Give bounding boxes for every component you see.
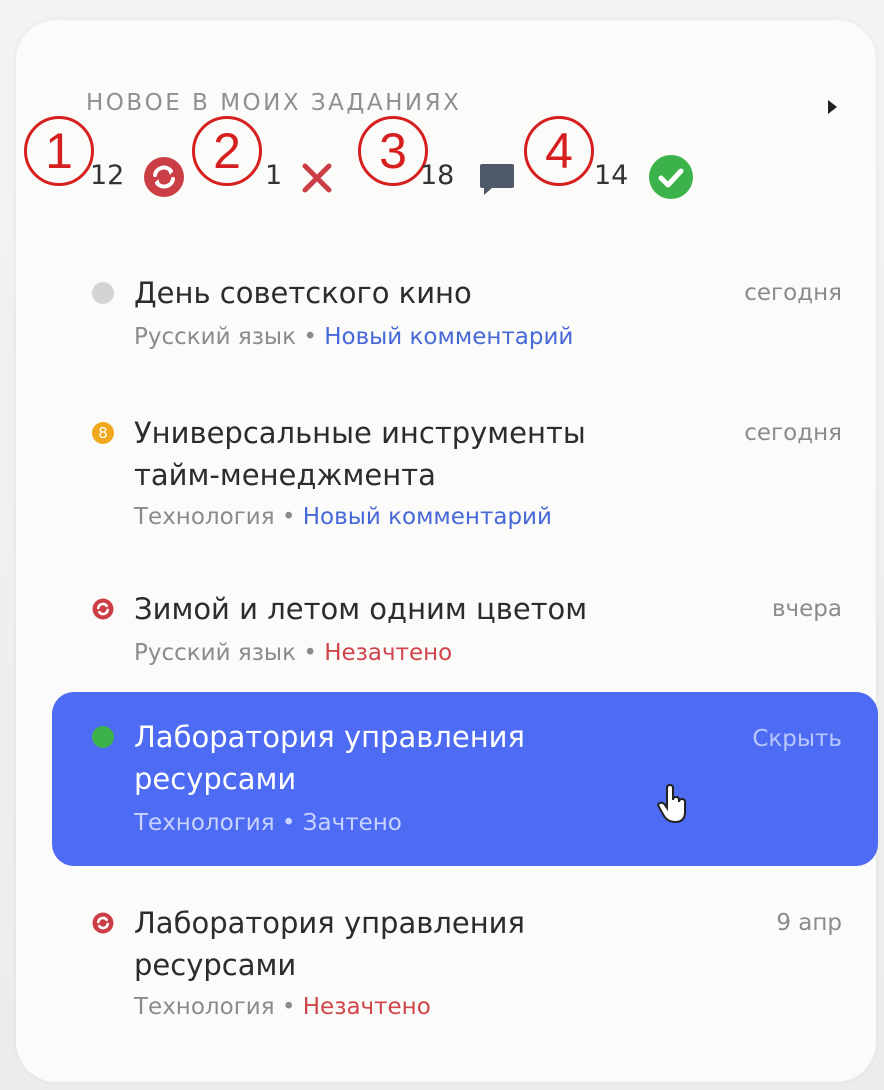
tasks-widget: НОВОЕ В МОИХ ЗАДАНИЯХ 1 12 2 1 3 18 4 14	[16, 20, 878, 1082]
task-date: сегодня	[744, 280, 842, 306]
separator: •	[303, 640, 317, 666]
cross-icon[interactable]	[299, 160, 335, 196]
annotation-marker-2: 2	[192, 116, 262, 186]
separator: •	[281, 504, 296, 530]
rework-icon	[92, 598, 114, 620]
stat-cross-count: 1	[265, 160, 283, 191]
task-status[interactable]: Новый комментарий	[303, 504, 552, 530]
annotation-marker-3: 3	[358, 116, 428, 186]
rework-icon	[92, 912, 114, 934]
rework-icon[interactable]	[143, 156, 185, 198]
task-title: Универсальные инструменты тайм-менеджмен…	[134, 416, 586, 492]
status-dot-icon	[92, 282, 114, 304]
stat-accepted-count: 14	[594, 160, 629, 191]
grade-badge-icon: 8	[92, 422, 114, 444]
task-subject: Русский язык	[134, 324, 296, 350]
hand-cursor-icon	[657, 784, 686, 824]
task-item[interactable]: Зимой и летом одним цветом вчера Русский…	[52, 576, 878, 686]
task-subject: Технология	[134, 994, 275, 1020]
task-status[interactable]: Зачтено	[303, 810, 402, 836]
task-status[interactable]: Новый комментарий	[324, 324, 573, 350]
task-meta: Технология • Зачтено	[134, 810, 402, 836]
task-meta: Технология • Новый комментарий	[134, 504, 552, 530]
annotation-marker-1: 1	[24, 116, 94, 186]
stat-comment-count: 18	[420, 160, 455, 191]
hide-button[interactable]: Скрыть	[752, 726, 842, 752]
task-meta: Русский язык • Незачтено	[134, 640, 452, 666]
comment-icon[interactable]	[476, 158, 518, 200]
task-title: День советского кино	[134, 276, 472, 310]
task-status[interactable]: Незачтено	[324, 640, 452, 666]
task-title: Лаборатория управления ресурсами	[134, 720, 525, 796]
task-item-hovered[interactable]: Лаборатория управления ресурсами Скрыть …	[52, 692, 878, 866]
separator: •	[281, 994, 296, 1020]
task-title: Зимой и летом одним цветом	[134, 592, 588, 626]
status-dot-icon	[92, 726, 114, 748]
task-item[interactable]: 8 Универсальные инструменты тайм-менеджм…	[52, 400, 878, 550]
task-subject: Русский язык	[134, 640, 296, 666]
task-meta: Технология • Незачтено	[134, 994, 431, 1020]
task-date: 9 апр	[776, 910, 842, 936]
task-item[interactable]: День советского кино сегодня Русский язы…	[52, 260, 878, 370]
widget-title: НОВОЕ В МОИХ ЗАДАНИЯХ	[86, 90, 462, 116]
separator: •	[281, 810, 296, 836]
task-date: вчера	[772, 596, 842, 622]
task-status[interactable]: Незачтено	[303, 994, 431, 1020]
task-date: сегодня	[744, 420, 842, 446]
task-item[interactable]: Лаборатория управления ресурсами 9 апр Т…	[52, 890, 878, 1040]
annotation-marker-4: 4	[524, 116, 594, 186]
check-circle-icon[interactable]	[648, 154, 694, 200]
task-title: Лаборатория управления ресурсами	[134, 906, 525, 982]
stat-rework-count: 12	[90, 160, 125, 191]
task-subject: Технология	[134, 810, 275, 836]
task-subject: Технология	[134, 504, 275, 530]
task-meta: Русский язык • Новый комментарий	[134, 324, 573, 350]
separator: •	[303, 324, 317, 350]
chevron-right-icon[interactable]	[828, 100, 837, 114]
